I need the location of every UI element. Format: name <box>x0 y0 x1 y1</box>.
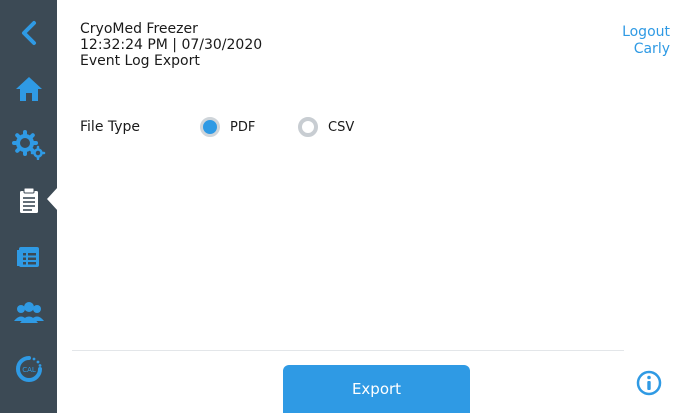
export-button[interactable]: Export <box>283 365 470 413</box>
sidebar-item-home[interactable] <box>0 66 57 112</box>
sidebar-item-users[interactable] <box>0 290 57 336</box>
radio-pdf-dot[interactable] <box>200 117 220 137</box>
home-icon <box>15 77 42 101</box>
info-button[interactable] <box>636 370 662 396</box>
page-title: Event Log Export <box>80 53 200 69</box>
radio-csv[interactable]: CSV <box>298 116 354 138</box>
clipboard-icon <box>19 187 38 213</box>
logout-label: Logout <box>622 24 670 40</box>
username: Carly <box>633 41 670 57</box>
users-icon <box>13 302 44 323</box>
active-pointer <box>47 187 58 211</box>
calibration-icon: CAL <box>15 356 42 382</box>
page-header: CryoMed Freezer 12:32:24 PM | 07/30/2020… <box>80 21 262 69</box>
device-name: CryoMed Freezer <box>80 21 198 37</box>
sidebar-item-calibration[interactable]: CAL <box>0 346 57 392</box>
radio-csv-dot[interactable] <box>298 117 318 137</box>
gears-icon <box>11 130 45 160</box>
back-chevron-icon <box>21 21 36 45</box>
calibration-icon-label: CAL <box>22 366 36 374</box>
radio-pdf-label: PDF <box>230 119 256 135</box>
sidebar: CAL <box>0 0 58 413</box>
info-icon <box>636 370 662 396</box>
calendar-list-icon <box>16 247 39 267</box>
datetime: 12:32:24 PM | 07/30/2020 <box>80 37 263 53</box>
sidebar-item-schedule[interactable] <box>0 234 57 280</box>
logout-link[interactable]: Logout Carly <box>622 24 670 58</box>
sidebar-item-settings[interactable] <box>0 122 57 168</box>
back-button[interactable] <box>0 10 57 56</box>
file-type-label: File Type <box>80 119 141 135</box>
radio-csv-label: CSV <box>328 119 355 135</box>
radio-pdf[interactable]: PDF <box>200 116 255 138</box>
divider <box>72 350 624 351</box>
